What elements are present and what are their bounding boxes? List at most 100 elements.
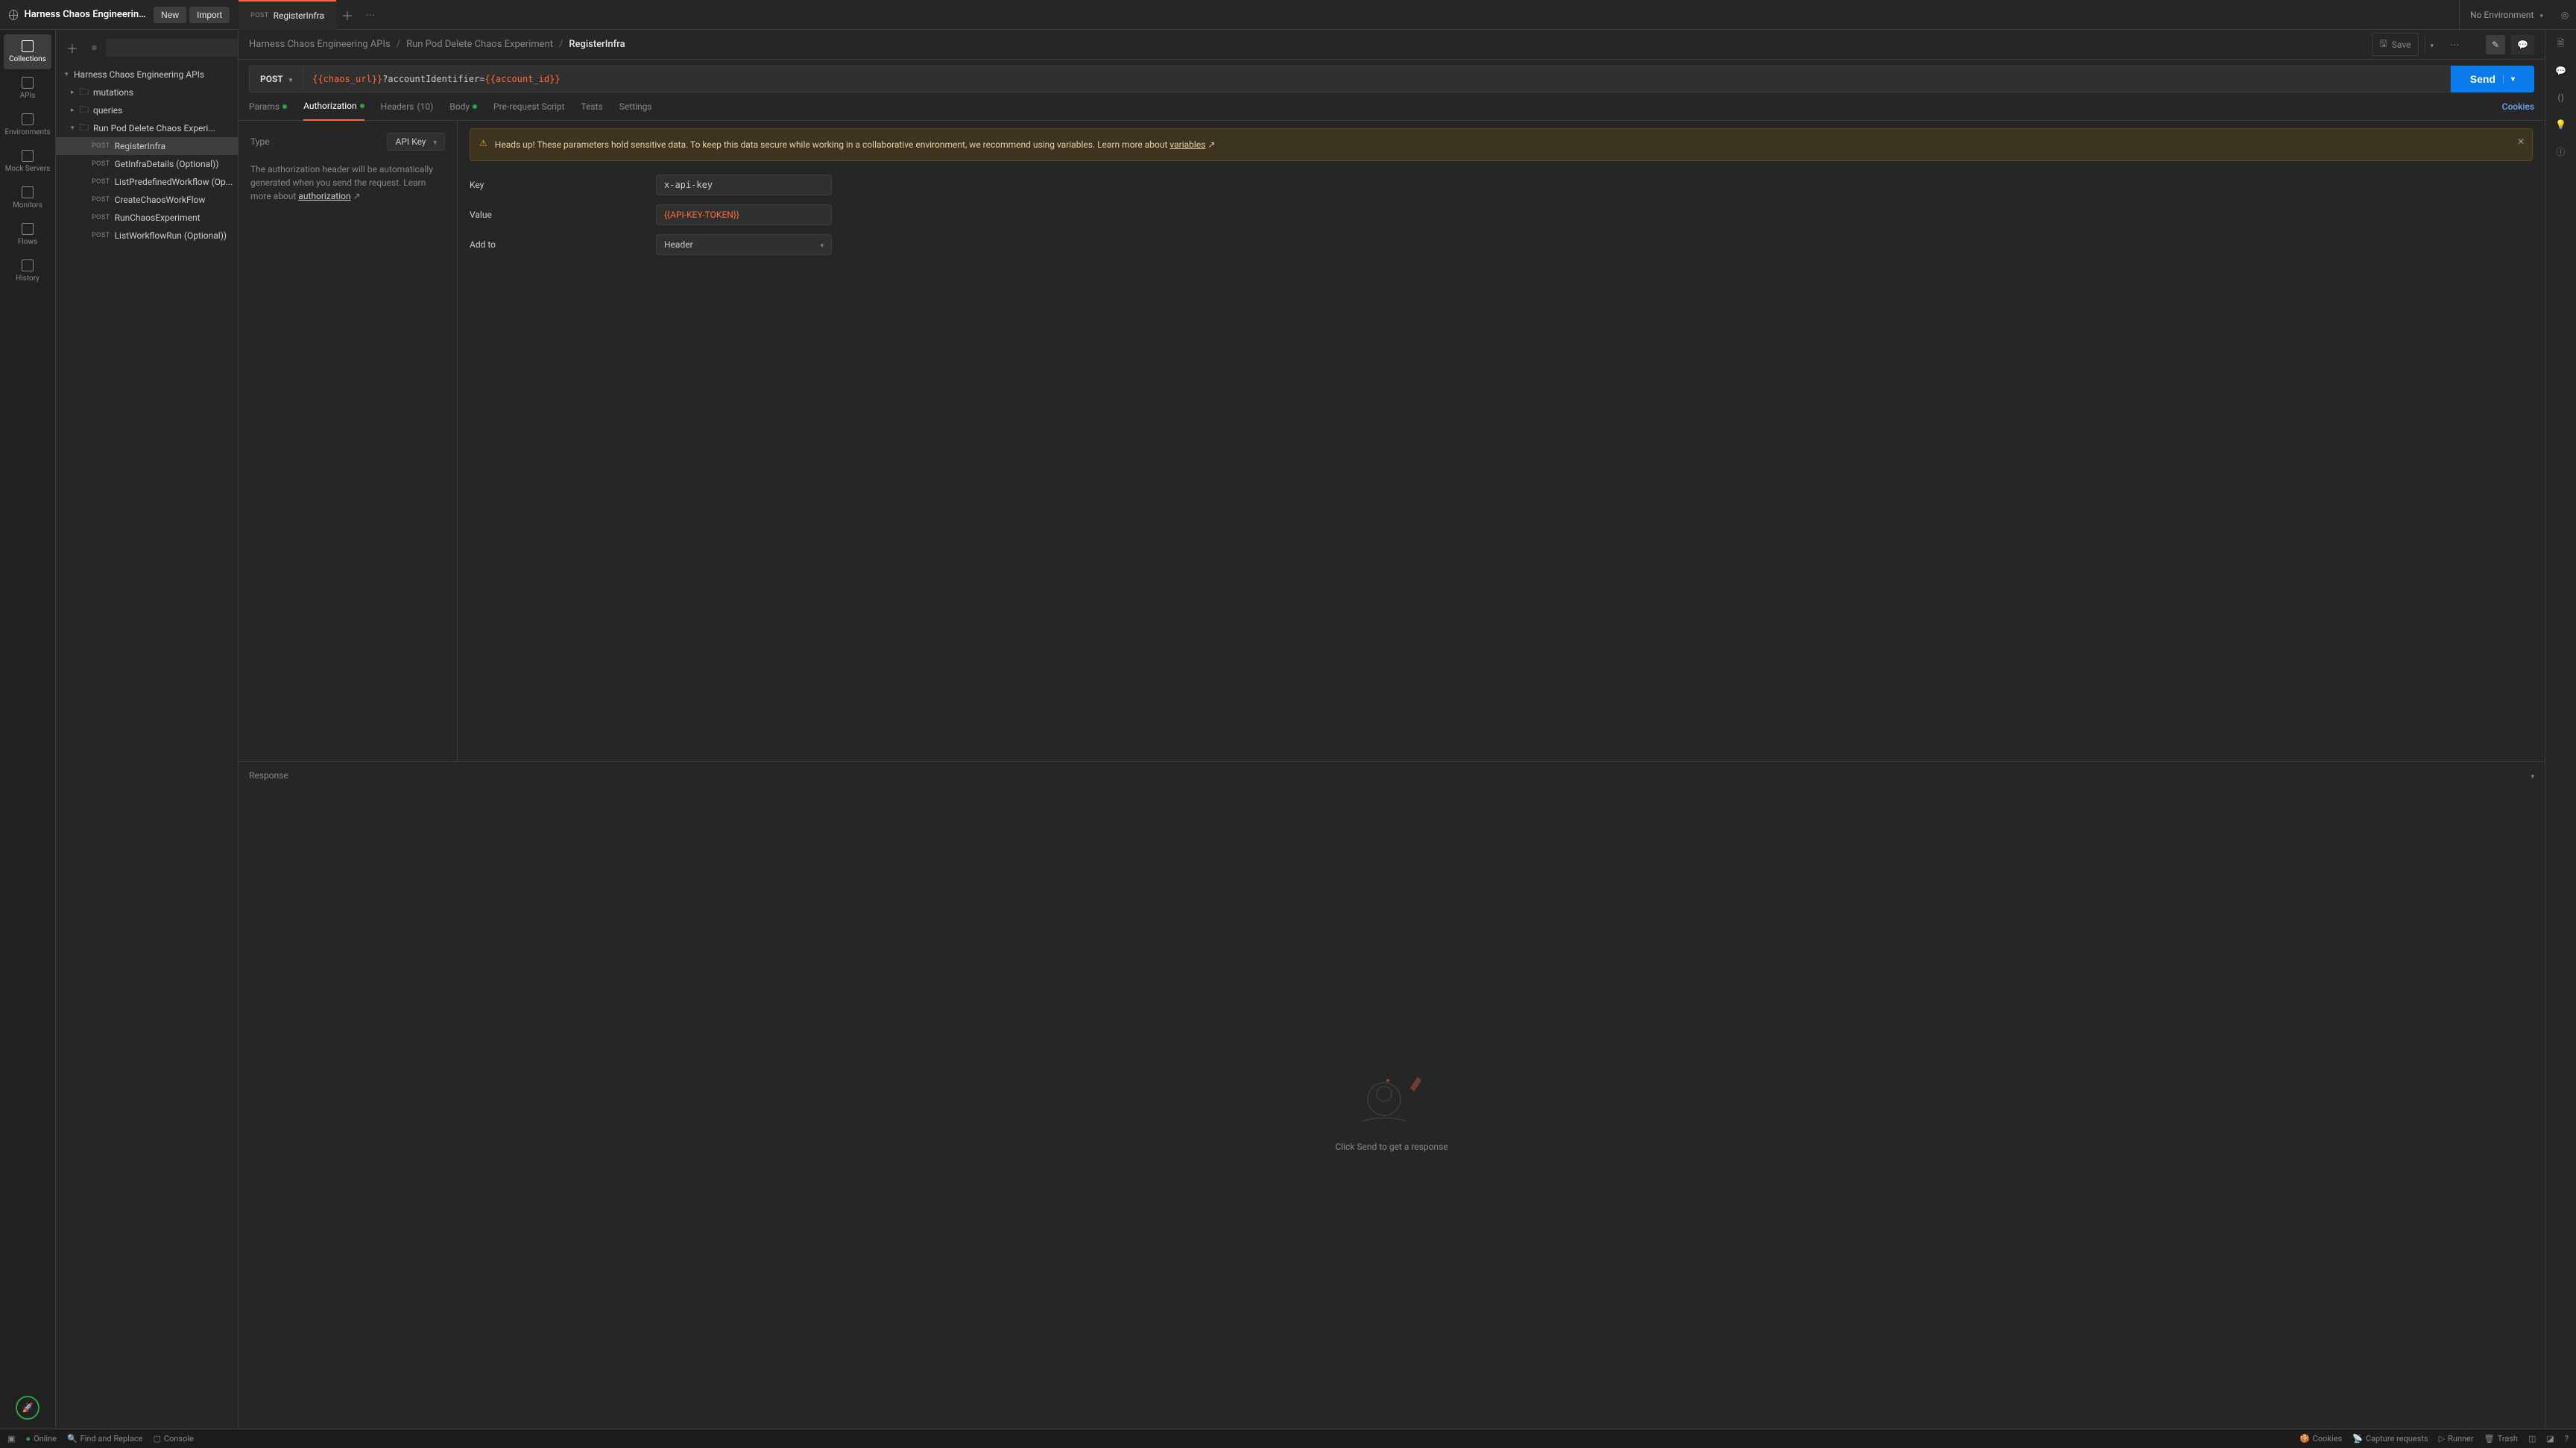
warning-icon: ⚠: [479, 138, 487, 151]
response-header[interactable]: Response: [239, 761, 2545, 788]
code-icon[interactable]: ⟨⟩: [2554, 91, 2568, 104]
bootcamp-icon[interactable]: 🚀: [16, 1396, 40, 1420]
rail-monitors[interactable]: Monitors: [4, 180, 51, 215]
rail-apis[interactable]: APIs: [4, 71, 51, 106]
rail-collections[interactable]: Collections: [4, 34, 51, 69]
import-button[interactable]: Import: [189, 7, 230, 23]
tree-collection-root[interactable]: ▾ Harness Chaos Engineering APIs: [56, 66, 238, 84]
sidebar-toggle-icon[interactable]: ▣: [7, 1434, 15, 1444]
tree-request[interactable]: POSTGetInfraDetails (Optional)): [56, 155, 238, 173]
tree-request[interactable]: POSTRegisterInfra: [56, 137, 238, 155]
collections-tree: ▾ Harness Chaos Engineering APIs ▸ 🗀 mut…: [56, 66, 238, 1429]
response-title: Response: [249, 770, 288, 781]
save-dropdown[interactable]: [2425, 37, 2438, 53]
auth-value-input[interactable]: {{API-KEY-TOKEN}}: [656, 204, 832, 225]
request-tab[interactable]: POST RegisterInfra: [239, 0, 336, 30]
online-status[interactable]: ●Online: [25, 1434, 57, 1444]
breadcrumb-item[interactable]: Harness Chaos Engineering APIs: [249, 39, 391, 50]
find-replace-button[interactable]: 🔍 Find and Replace: [67, 1434, 143, 1444]
tab-authorization[interactable]: Authorization: [303, 92, 364, 121]
tree-folder-open[interactable]: ▾ 🗀 Run Pod Delete Chaos Experi...: [56, 119, 238, 137]
url-input[interactable]: {{chaos_url}}?accountIdentifier={{accoun…: [303, 66, 2451, 92]
help-icon[interactable]: ?: [2565, 1434, 2569, 1444]
response-empty-state: Click Send to get a response: [239, 788, 2545, 1429]
chevron-right-icon: ▸: [71, 89, 80, 96]
url-text: ?accountIdentifier=: [382, 74, 484, 84]
tree-folder[interactable]: ▸ 🗀 mutations: [56, 84, 238, 101]
rail-environments[interactable]: Environments: [4, 107, 51, 142]
authorization-doc-link[interactable]: authorization: [298, 191, 350, 201]
method-select[interactable]: POST: [249, 66, 303, 92]
tab-more-icon[interactable]: ⋯: [359, 10, 382, 20]
close-icon[interactable]: ✕: [2517, 136, 2525, 147]
subtab-label: Authorization: [303, 101, 357, 111]
tab-headers[interactable]: Headers(10): [381, 92, 434, 121]
sidebar-search-input[interactable]: [106, 39, 238, 57]
auth-type-select[interactable]: API Key: [387, 133, 445, 151]
indicator-dot-icon: [360, 104, 364, 108]
url-row: POST {{chaos_url}}?accountIdentifier={{a…: [239, 60, 2545, 92]
new-button[interactable]: New: [154, 7, 186, 23]
main-pane: Harness Chaos Engineering APIs / Run Pod…: [239, 30, 2545, 1429]
astronaut-rocket-icon: [1347, 1065, 1436, 1133]
rail-history[interactable]: History: [4, 254, 51, 289]
cookies-link[interactable]: Cookies: [2502, 101, 2534, 112]
capture-requests[interactable]: 📡 Capture requests: [2352, 1434, 2428, 1444]
tab-settings[interactable]: Settings: [619, 92, 652, 121]
folder-icon: 🗀: [80, 103, 90, 119]
request-more-icon[interactable]: ⋯: [2444, 37, 2465, 53]
auth-key-input[interactable]: [656, 174, 832, 195]
breadcrumb-item[interactable]: Run Pod Delete Chaos Experiment: [406, 39, 553, 50]
auth-type-label: Type: [250, 136, 270, 147]
chevron-down-icon: [433, 136, 437, 147]
tab-tests[interactable]: Tests: [581, 92, 603, 121]
comment-icon[interactable]: 💬: [2511, 35, 2534, 54]
indicator-dot-icon: [473, 104, 477, 109]
flows-icon: [22, 223, 34, 235]
auth-value-label: Value: [470, 210, 656, 220]
auth-addto-select[interactable]: Header: [656, 234, 832, 255]
subtab-label: Params: [249, 101, 280, 112]
info-icon[interactable]: ⓘ: [2554, 145, 2568, 158]
save-button[interactable]: 🖫 Save: [2372, 33, 2419, 56]
tree-request[interactable]: POSTRunChaosExperiment: [56, 209, 238, 227]
add-tab-button[interactable]: ＋: [336, 6, 359, 24]
mock-servers-icon: [22, 150, 34, 162]
tree-request[interactable]: POSTListWorkflowRun (Optional)): [56, 227, 238, 245]
footer-cookies[interactable]: 🍪 Cookies: [2299, 1434, 2342, 1444]
method-label: POST: [260, 74, 283, 84]
tree-label: Run Pod Delete Chaos Experi...: [93, 123, 215, 133]
tab-params[interactable]: Params: [249, 92, 287, 121]
tree-folder[interactable]: ▸ 🗀 queries: [56, 101, 238, 119]
variables-doc-link[interactable]: variables: [1169, 139, 1205, 150]
sidebar-add-button[interactable]: ＋: [62, 36, 83, 60]
rail-flows[interactable]: Flows: [4, 217, 51, 252]
chevron-down-icon: ▾: [2503, 75, 2515, 84]
rail-label: History: [16, 274, 40, 283]
workspace-title[interactable]: Harness Chaos Engineering - P... New Imp…: [0, 7, 239, 23]
sensitive-data-banner: ⚠ Heads up! These parameters hold sensit…: [470, 128, 2533, 161]
rail-mock-servers[interactable]: Mock Servers: [4, 144, 51, 179]
edit-icon[interactable]: ✎: [2486, 35, 2505, 54]
breadcrumb-row: Harness Chaos Engineering APIs / Run Pod…: [239, 30, 2545, 60]
tab-pre-request[interactable]: Pre-request Script: [493, 92, 564, 121]
rail-label: Flows: [18, 238, 37, 246]
layout-icon[interactable]: ◪: [2546, 1434, 2554, 1444]
environment-select[interactable]: No Environment: [2459, 0, 2554, 30]
tab-body[interactable]: Body: [449, 92, 477, 121]
tree-request[interactable]: POSTCreateChaosWorkFlow: [56, 191, 238, 209]
tree-label: ListWorkflowRun (Optional)): [115, 230, 227, 241]
subtab-label: Headers: [381, 101, 414, 112]
environment-quicklook-icon[interactable]: ◎: [2554, 10, 2576, 20]
sidebar-filter-icon[interactable]: ≡: [87, 40, 101, 56]
runner-button[interactable]: ▷ Runner: [2439, 1434, 2474, 1444]
lightbulb-icon[interactable]: 💡: [2554, 118, 2568, 131]
console-button[interactable]: ▢ Console: [153, 1434, 193, 1444]
documentation-icon[interactable]: 🗎: [2554, 37, 2568, 51]
send-button[interactable]: Send ▾: [2451, 66, 2534, 92]
comments-icon[interactable]: 💬: [2554, 64, 2568, 78]
trash-button[interactable]: 🗑 Trash: [2484, 1434, 2518, 1444]
tree-request[interactable]: POSTListPredefinedWorkflow (Op...: [56, 173, 238, 191]
two-pane-icon[interactable]: ◫: [2528, 1434, 2536, 1444]
headers-count: (10): [417, 101, 434, 112]
